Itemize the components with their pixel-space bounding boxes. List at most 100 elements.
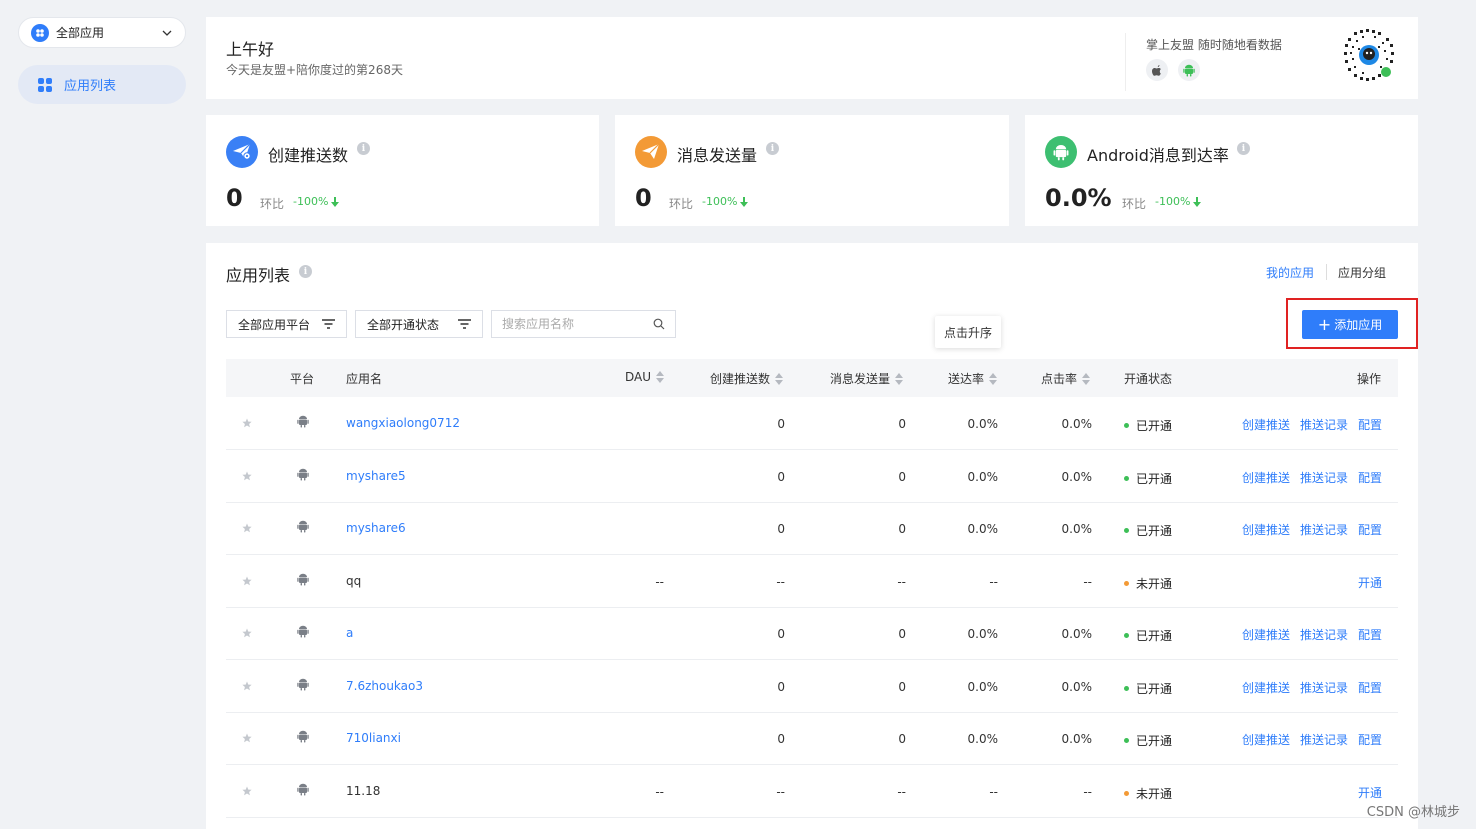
- column-click-rate[interactable]: 点击率: [1041, 370, 1091, 387]
- activate-link[interactable]: 开通: [1358, 574, 1382, 591]
- search-box: [491, 310, 676, 338]
- status-badge: 已开通: [1124, 417, 1172, 434]
- android-icon: [297, 783, 309, 799]
- status-filter-dropdown[interactable]: 全部开通状态: [355, 310, 483, 338]
- push-history-link[interactable]: 推送记录: [1300, 679, 1348, 696]
- configure-link[interactable]: 配置: [1358, 416, 1382, 433]
- cell-click-rate: 0.0%: [1061, 469, 1093, 484]
- app-name-link[interactable]: myshare6: [346, 521, 406, 535]
- app-logo-icon: [31, 23, 49, 42]
- status-dot: [1124, 738, 1129, 743]
- cell-arrival-rate: 0.0%: [967, 469, 999, 484]
- greeting-subtitle: 今天是友盟+陪你度过的第268天: [226, 63, 403, 77]
- cell-arrival-rate: 0.0%: [967, 417, 999, 431]
- configure-link[interactable]: 配置: [1358, 679, 1382, 696]
- cell-arrival-rate: --: [989, 784, 998, 799]
- table-row: wangxiaolong0712 0 0 0.0% 0.0% 已开通 创建推送 推送记录 配置: [226, 398, 1398, 450]
- column-create-push[interactable]: 创建推送数: [710, 370, 784, 387]
- status-label: 已开通: [1136, 681, 1173, 696]
- push-history-link[interactable]: 推送记录: [1300, 416, 1348, 433]
- stat-compare-label: 环比: [260, 197, 285, 211]
- cell-dau: --: [655, 784, 664, 799]
- add-app-label: 添加应用: [1334, 318, 1383, 332]
- app-name-link[interactable]: a: [346, 626, 353, 640]
- star-icon[interactable]: [242, 680, 252, 694]
- column-status: 开通状态: [1124, 372, 1173, 386]
- cell-message-send: --: [897, 784, 906, 799]
- app-name-link[interactable]: 710lianxi: [346, 731, 401, 745]
- app-name-link[interactable]: myshare5: [346, 469, 406, 483]
- configure-link[interactable]: 配置: [1358, 521, 1382, 538]
- cell-click-rate: 0.0%: [1061, 522, 1093, 536]
- configure-link[interactable]: 配置: [1358, 626, 1382, 643]
- sort-icon: [1082, 372, 1091, 385]
- star-icon[interactable]: [242, 470, 252, 484]
- search-icon[interactable]: [653, 318, 665, 330]
- create-push-link[interactable]: 创建推送: [1242, 731, 1290, 748]
- divider: [1125, 33, 1126, 91]
- filter-icon: [458, 319, 471, 329]
- tab-app-groups[interactable]: 应用分组: [1338, 264, 1386, 281]
- cell-message-send: 0: [898, 679, 906, 694]
- search-input[interactable]: [502, 317, 653, 331]
- push-history-link[interactable]: 推送记录: [1300, 469, 1348, 486]
- sidebar-item-app-list[interactable]: 应用列表: [18, 65, 186, 104]
- create-push-link[interactable]: 创建推送: [1242, 416, 1290, 433]
- star-icon[interactable]: [242, 627, 252, 641]
- info-icon[interactable]: i: [299, 265, 312, 278]
- add-app-button[interactable]: + 添加应用: [1302, 310, 1398, 339]
- star-icon[interactable]: [242, 785, 252, 799]
- info-icon[interactable]: i: [357, 142, 370, 155]
- status-label: 已开通: [1136, 419, 1173, 433]
- info-icon[interactable]: i: [766, 142, 779, 155]
- column-label: 创建推送数: [710, 372, 771, 386]
- status-dot: [1124, 633, 1129, 638]
- android-icon[interactable]: [1178, 59, 1200, 81]
- column-label: DAU: [625, 370, 652, 384]
- cell-message-send: 0: [898, 627, 906, 641]
- apple-icon[interactable]: [1146, 59, 1168, 81]
- configure-link[interactable]: 配置: [1358, 469, 1382, 486]
- create-push-link[interactable]: 创建推送: [1242, 469, 1290, 486]
- paper-plane-gear-icon: [226, 136, 258, 168]
- sort-icon: [656, 371, 665, 383]
- create-push-link[interactable]: 创建推送: [1242, 521, 1290, 538]
- configure-link[interactable]: 配置: [1358, 731, 1382, 748]
- tab-my-apps[interactable]: 我的应用: [1266, 264, 1314, 281]
- cell-create-push: --: [776, 574, 785, 589]
- cell-message-send: 0: [898, 417, 906, 431]
- app-name-link[interactable]: 7.6zhoukao3: [346, 679, 423, 693]
- push-history-link[interactable]: 推送记录: [1300, 521, 1348, 538]
- column-dau[interactable]: DAU: [625, 370, 665, 384]
- status-label: 已开通: [1136, 471, 1173, 486]
- push-history-link[interactable]: 推送记录: [1300, 626, 1348, 643]
- status-dot: [1124, 475, 1129, 481]
- platform-filter-label: 全部应用平台: [238, 317, 311, 332]
- status-badge: 已开通: [1124, 680, 1172, 697]
- info-icon[interactable]: i: [1237, 142, 1250, 155]
- status-label: 已开通: [1136, 629, 1173, 643]
- app-name-link: 11.18: [346, 783, 381, 798]
- stat-value: 0.0%: [1045, 184, 1112, 212]
- activate-link[interactable]: 开通: [1358, 784, 1382, 801]
- star-icon[interactable]: [242, 575, 252, 589]
- app-selector-dropdown[interactable]: 全部应用: [18, 17, 186, 48]
- create-push-link[interactable]: 创建推送: [1242, 626, 1290, 643]
- cell-create-push: 0: [777, 469, 785, 484]
- android-icon: [297, 468, 309, 484]
- push-history-link[interactable]: 推送记录: [1300, 731, 1348, 748]
- cell-message-send: 0: [898, 522, 906, 536]
- create-push-link[interactable]: 创建推送: [1242, 679, 1290, 696]
- column-arrival-rate[interactable]: 送达率: [948, 370, 998, 387]
- status-label: 已开通: [1136, 734, 1173, 748]
- column-message-send[interactable]: 消息发送量: [830, 370, 904, 387]
- star-icon[interactable]: [242, 732, 252, 746]
- app-name-link[interactable]: wangxiaolong0712: [346, 416, 460, 430]
- cell-message-send: 0: [898, 469, 906, 484]
- star-icon[interactable]: [242, 522, 252, 536]
- column-label: 送达率: [948, 372, 985, 386]
- platform-filter-dropdown[interactable]: 全部应用平台: [226, 310, 347, 338]
- app-list-panel: 应用列表 i 我的应用 应用分组 全部应用平台 全部开通状态 + 添加应用 平台…: [206, 243, 1418, 829]
- star-icon[interactable]: [242, 417, 252, 431]
- sort-icon: [989, 372, 998, 385]
